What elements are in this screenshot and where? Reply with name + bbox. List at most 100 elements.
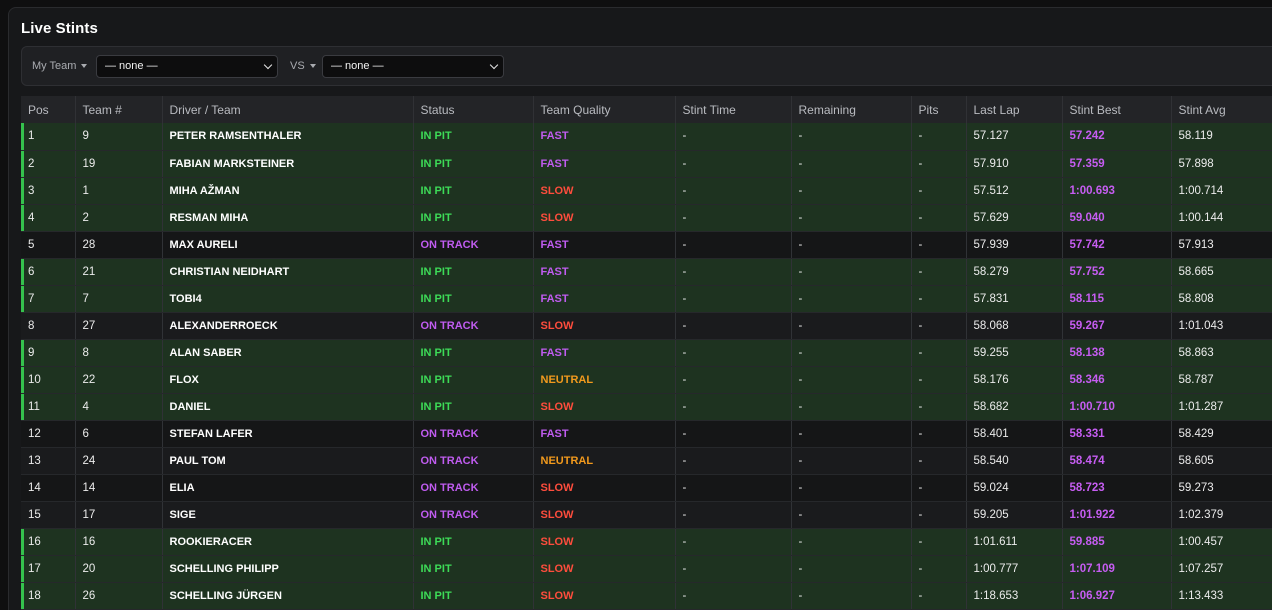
table-row[interactable]: 17 20 SCHELLING PHILIPP IN PIT SLOW - - -1:00.7… [21,555,1272,583]
status-badge: IN PIT [420,130,452,143]
pos-cell: 12 [21,420,76,448]
pos-cell: 10 [21,366,76,394]
table-row[interactable]: 9 8 ALAN SABER IN PIT FAST - - -59.255 58.138 58.… [21,339,1272,367]
quality-cell: SLOW [533,177,676,205]
pits-cell: - [911,339,967,367]
column-header-remaining[interactable]: Remaining [791,96,912,123]
table-row[interactable]: 18 26 SCHELLING JÜRGEN IN PIT SLOW - - -1:18.65… [21,582,1272,610]
last-lap-cell: 58.682 [966,393,1063,421]
stint-avg-cell: 58.787 [1171,366,1272,394]
column-header-team-quality[interactable]: Team Quality [533,96,676,123]
status-cell: IN PIT [413,258,534,286]
quality-badge: FAST [540,157,569,170]
stint-best-cell: 58.474 [1062,447,1172,475]
quality-cell: SLOW [533,393,676,421]
quality-badge: FAST [540,292,569,305]
vs-label[interactable]: VS [290,60,316,72]
stint-time-cell: - [675,582,792,610]
table-row[interactable]: 8 27 ALEXANDERROECK ON TRACK SLOW - - -58.068 59… [21,312,1272,340]
column-header-team-number[interactable]: Team # [75,96,163,123]
quality-badge: FAST [540,130,569,143]
team-number-cell: 9 [75,123,163,151]
status-cell: ON TRACK [413,447,534,475]
remaining-cell: - [791,339,912,367]
table-row[interactable]: 3 1 MIHA AŽMAN IN PIT SLOW - - -57.512 1:00.693 1… [21,177,1272,205]
status-badge: IN PIT [420,211,452,224]
quality-cell: FAST [533,420,676,448]
table-row[interactable]: 2 19 FABIAN MARKSTEINER IN PIT FAST - - -57.910… [21,150,1272,178]
my-team-label[interactable]: My Team [32,60,88,72]
remaining-cell: - [791,231,912,259]
pits-cell: - [911,177,967,205]
vs-team-select[interactable]: — none — [322,55,504,78]
column-header-stint-avg[interactable]: Stint Avg [1171,96,1272,123]
stint-avg-cell: 59.273 [1171,474,1272,502]
column-header-stint-best[interactable]: Stint Best [1062,96,1172,123]
quality-cell: SLOW [533,555,676,583]
pits-cell: - [911,474,967,502]
remaining-cell: - [791,177,912,205]
driver-cell: CHRISTIAN NEIDHART [162,258,414,286]
table-row[interactable]: 6 21 CHRISTIAN NEIDHART IN PIT FAST - - -58.279… [21,258,1272,286]
status-cell: IN PIT [413,555,534,583]
table-row[interactable]: 16 16 ROOKIERACER IN PIT SLOW - - -1:01.611 59.8… [21,528,1272,556]
status-cell: IN PIT [413,150,534,178]
last-lap-cell: 57.910 [966,150,1063,178]
team-number-cell: 19 [75,150,163,178]
status-cell: IN PIT [413,339,534,367]
table-row[interactable]: 10 22 FLOX IN PIT NEUTRAL - - -58.176 58.346 58.7… [21,366,1272,394]
table-row[interactable]: 1 9 PETER RAMSENTHALER IN PIT FAST - - -57.127 5… [21,123,1272,151]
stint-best-cell: 57.242 [1062,123,1172,151]
live-stints-panel: Live Stints My Team — none — VS — none — [8,7,1272,610]
column-header-pits[interactable]: Pits [911,96,967,123]
quality-cell: NEUTRAL [533,366,676,394]
last-lap-cell: 58.540 [966,447,1063,475]
status-cell: IN PIT [413,177,534,205]
table-row[interactable]: 7 7 TOBI4 IN PIT FAST - - -57.831 58.115 58.808 [21,285,1272,313]
quality-badge: SLOW [540,481,574,494]
last-lap-cell: 59.024 [966,474,1063,502]
pits-cell: - [911,312,967,340]
stint-best-cell: 58.138 [1062,339,1172,367]
stint-time-cell: - [675,285,792,313]
last-lap-cell: 57.512 [966,177,1063,205]
column-header-pos[interactable]: Pos [21,96,76,123]
my-team-select[interactable]: — none — [96,55,278,78]
status-cell: IN PIT [413,285,534,313]
table-row[interactable]: 5 28 MAX AURELI ON TRACK FAST - - -57.939 57.742… [21,231,1272,259]
column-header-driver-team[interactable]: Driver / Team [162,96,414,123]
remaining-cell: - [791,447,912,475]
stint-avg-cell: 58.863 [1171,339,1272,367]
driver-cell: MIHA AŽMAN [162,177,414,205]
column-header-stint-time[interactable]: Stint Time [675,96,792,123]
pos-cell: 6 [21,258,76,286]
remaining-cell: - [791,204,912,232]
team-number-cell: 24 [75,447,163,475]
status-cell: IN PIT [413,366,534,394]
stint-avg-cell: 58.665 [1171,258,1272,286]
pits-cell: - [911,528,967,556]
table-row[interactable]: 11 4 DANIEL IN PIT SLOW - - -58.682 1:00.710 1:01… [21,393,1272,421]
driver-cell: FLOX [162,366,414,394]
table-row[interactable]: 14 14 ELIA ON TRACK SLOW - - -59.024 58.723 59.27… [21,474,1272,502]
stint-time-cell: - [675,393,792,421]
table-row[interactable]: 12 6 STEFAN LAFER ON TRACK FAST - - -58.401 58.3… [21,420,1272,448]
stint-time-cell: - [675,258,792,286]
driver-cell: TOBI4 [162,285,414,313]
last-lap-cell: 57.831 [966,285,1063,313]
column-header-status[interactable]: Status [413,96,534,123]
table-row[interactable]: 13 24 PAUL TOM ON TRACK NEUTRAL - - -58.540 58.4… [21,447,1272,475]
team-number-cell: 16 [75,528,163,556]
quality-badge: SLOW [540,319,574,332]
last-lap-cell: 57.629 [966,204,1063,232]
team-number-cell: 4 [75,393,163,421]
remaining-cell: - [791,312,912,340]
stint-time-cell: - [675,528,792,556]
remaining-cell: - [791,474,912,502]
status-cell: IN PIT [413,582,534,610]
table-row[interactable]: 15 17 SIGE ON TRACK SLOW - - -59.205 1:01.922 1:0… [21,501,1272,529]
table-row[interactable]: 4 2 RESMAN MIHA IN PIT SLOW - - -57.629 59.040 1:… [21,204,1272,232]
remaining-cell: - [791,582,912,610]
status-cell: IN PIT [413,528,534,556]
column-header-last-lap[interactable]: Last Lap [966,96,1063,123]
